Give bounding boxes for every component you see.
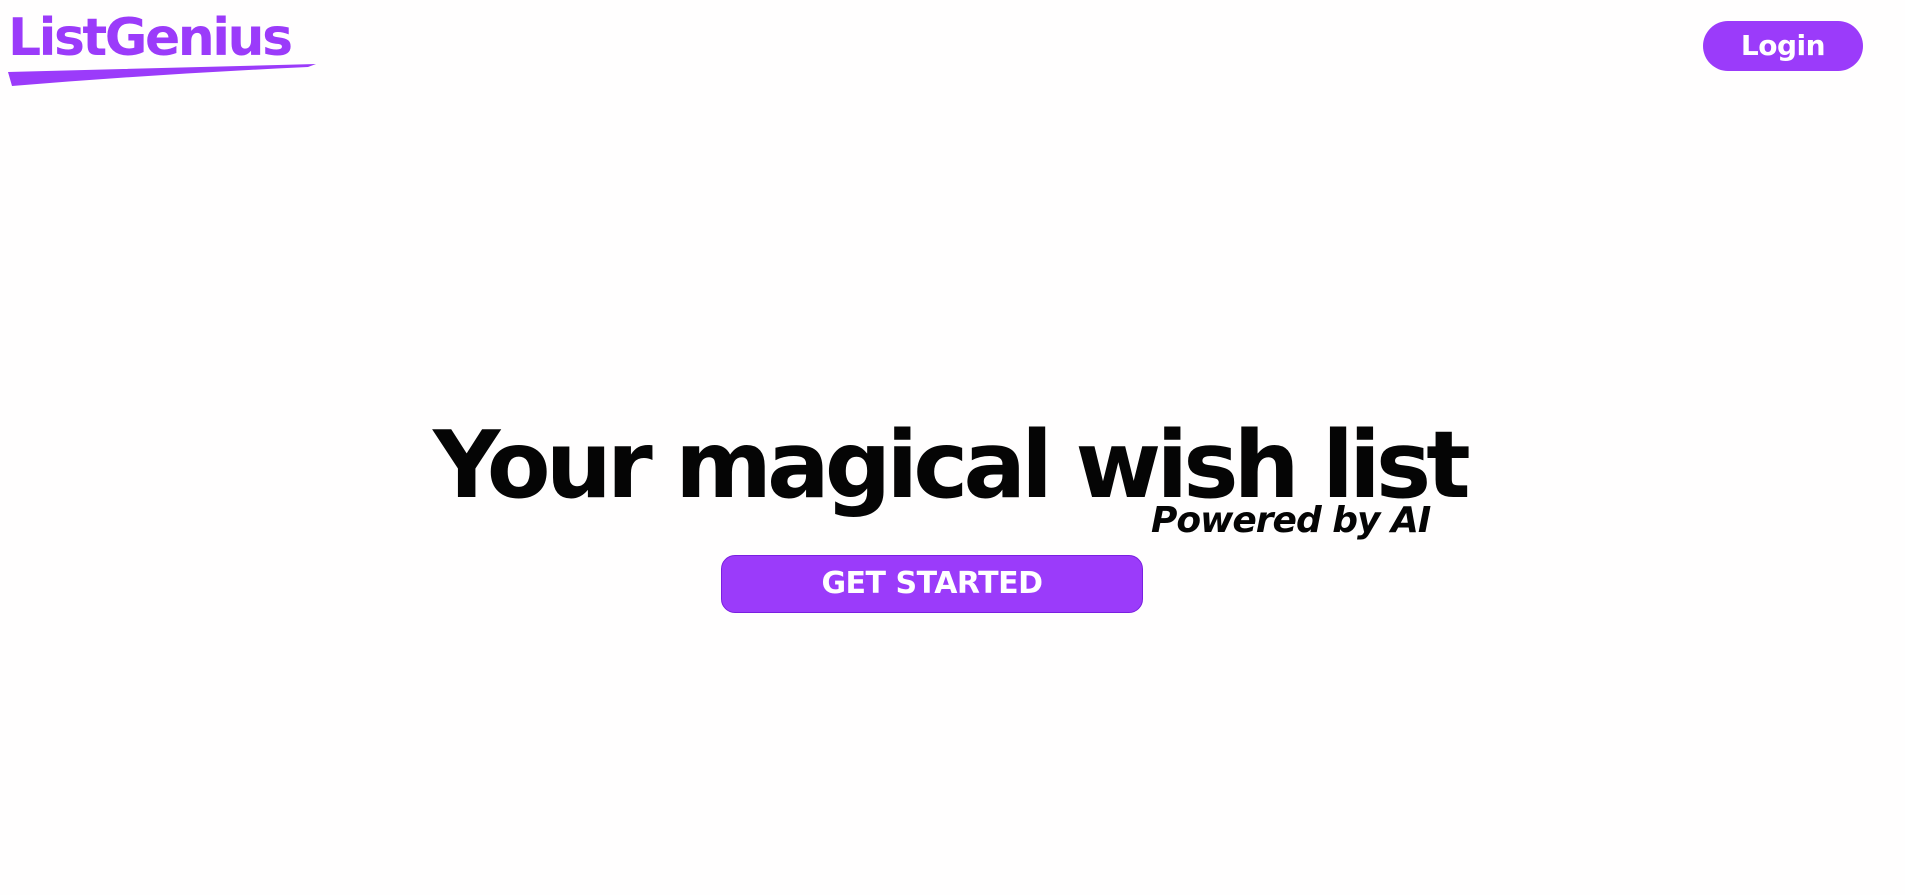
hero-tagline: Powered by AI [1151,500,1431,541]
logo-wordmark: ListGenius [8,8,293,68]
landing-page: ListGenius Login Your magical wish list … [0,0,1905,895]
logo[interactable]: ListGenius [8,6,338,86]
get-started-button[interactable]: GET STARTED [721,555,1143,613]
login-button[interactable]: Login [1703,21,1863,71]
logo-underline-swoosh [8,64,316,86]
